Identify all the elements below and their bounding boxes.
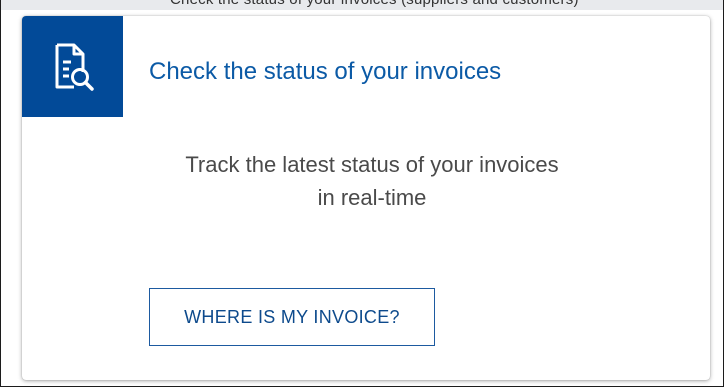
where-is-my-invoice-button[interactable]: WHERE IS MY INVOICE? [149,288,435,346]
document-search-icon [55,43,94,91]
description-line-1: Track the latest status of your invoices [185,152,559,177]
invoice-status-card: Check the status of your invoices Track … [22,16,710,380]
icon-tile [22,16,123,117]
description-line-2: in real-time [317,185,427,210]
card-description: Track the latest status of your invoices… [152,148,592,214]
card-title: Check the status of your invoices [149,58,502,85]
